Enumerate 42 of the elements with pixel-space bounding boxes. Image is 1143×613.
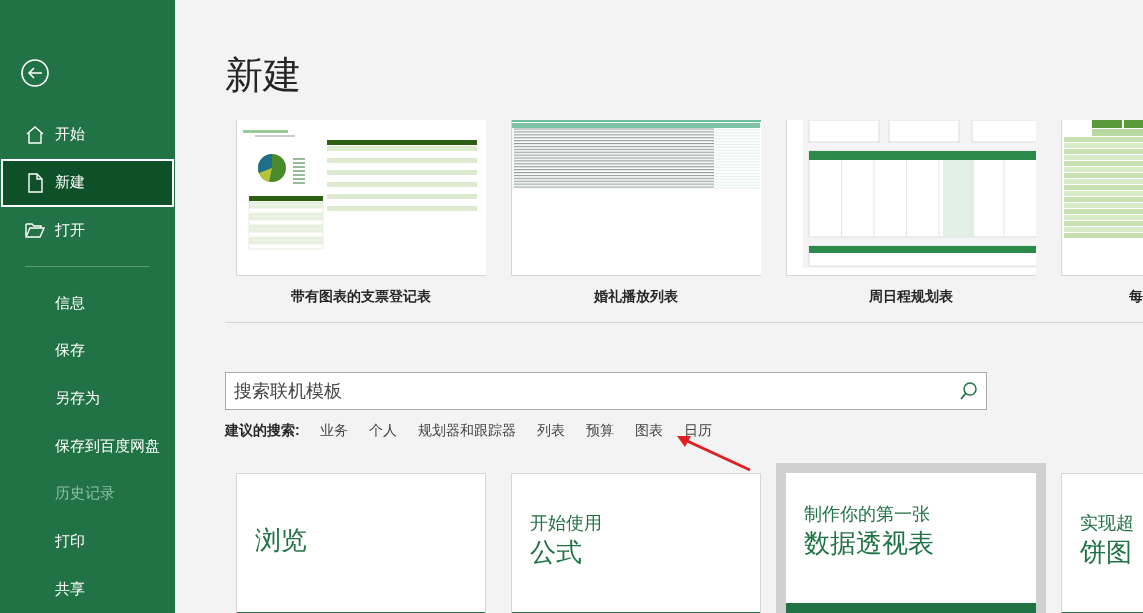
search-icon bbox=[959, 381, 979, 401]
suggested-searches-label: 建议的搜索: bbox=[225, 422, 300, 440]
sidebar-item[interactable]: 共享 bbox=[1, 565, 174, 613]
suggested-search-link[interactable]: 预算 bbox=[585, 422, 614, 440]
tour-card[interactable]: 实现超 饼图 bbox=[1061, 473, 1143, 613]
back-button[interactable] bbox=[20, 58, 50, 88]
suggested-search-link[interactable]: 列表 bbox=[536, 422, 565, 440]
template-name[interactable]: 每 bbox=[1061, 288, 1143, 313]
search-button[interactable] bbox=[959, 381, 979, 401]
page-title: 新建 bbox=[225, 53, 302, 98]
sidebar-item[interactable]: 打印 bbox=[1, 517, 174, 566]
tour-title: 实现超 bbox=[1080, 511, 1135, 535]
document-icon bbox=[25, 172, 45, 193]
tour-title: 开始使用 bbox=[530, 511, 603, 535]
sidebar-item[interactable]: 新建 bbox=[1, 158, 174, 207]
tour-card[interactable]: 浏览 bbox=[236, 473, 486, 613]
sidebar-item[interactable]: 信息 bbox=[1, 279, 174, 327]
sidebar-item[interactable]: 打开 bbox=[1, 206, 174, 255]
tour-title: 制作你的第一张 bbox=[804, 502, 931, 526]
tour-title: 公式 bbox=[530, 535, 583, 569]
template-name[interactable]: 带有图表的支票登记表 bbox=[236, 288, 486, 313]
sidebar-item[interactable]: 另存为 bbox=[1, 374, 174, 423]
search-field[interactable]: 搜索联机模板 bbox=[225, 372, 987, 410]
suggested-search-link[interactable]: 个人 bbox=[368, 422, 397, 440]
tour-title: 数据透视表 bbox=[804, 526, 935, 560]
home-icon bbox=[25, 124, 45, 145]
suggested-search-link[interactable]: 业务 bbox=[319, 422, 348, 440]
template-name[interactable]: 婚礼播放列表 bbox=[511, 288, 761, 313]
suggested-search-link[interactable]: 图表 bbox=[634, 422, 663, 440]
folder-icon bbox=[25, 220, 45, 241]
sidebar-item[interactable]: 保存 bbox=[1, 326, 174, 375]
template-preview[interactable] bbox=[786, 120, 1036, 276]
sidebar-item[interactable]: 保存到百度网盘 bbox=[1, 422, 174, 470]
suggested-search-link[interactable]: 日历 bbox=[683, 422, 712, 440]
tour-title: 浏览 bbox=[255, 523, 308, 557]
template-name[interactable]: 周日程规划表 bbox=[786, 288, 1036, 313]
suggested-search-link[interactable]: 规划器和跟踪器 bbox=[417, 422, 516, 440]
template-preview[interactable] bbox=[236, 120, 486, 276]
tour-card[interactable]: 开始使用 公式 bbox=[511, 473, 761, 613]
tour-title: 饼图 bbox=[1080, 535, 1133, 569]
tour-card[interactable]: 制作你的第一张 数据透视表 bbox=[776, 463, 1046, 613]
sidebar-item[interactable]: 开始 bbox=[1, 111, 174, 159]
